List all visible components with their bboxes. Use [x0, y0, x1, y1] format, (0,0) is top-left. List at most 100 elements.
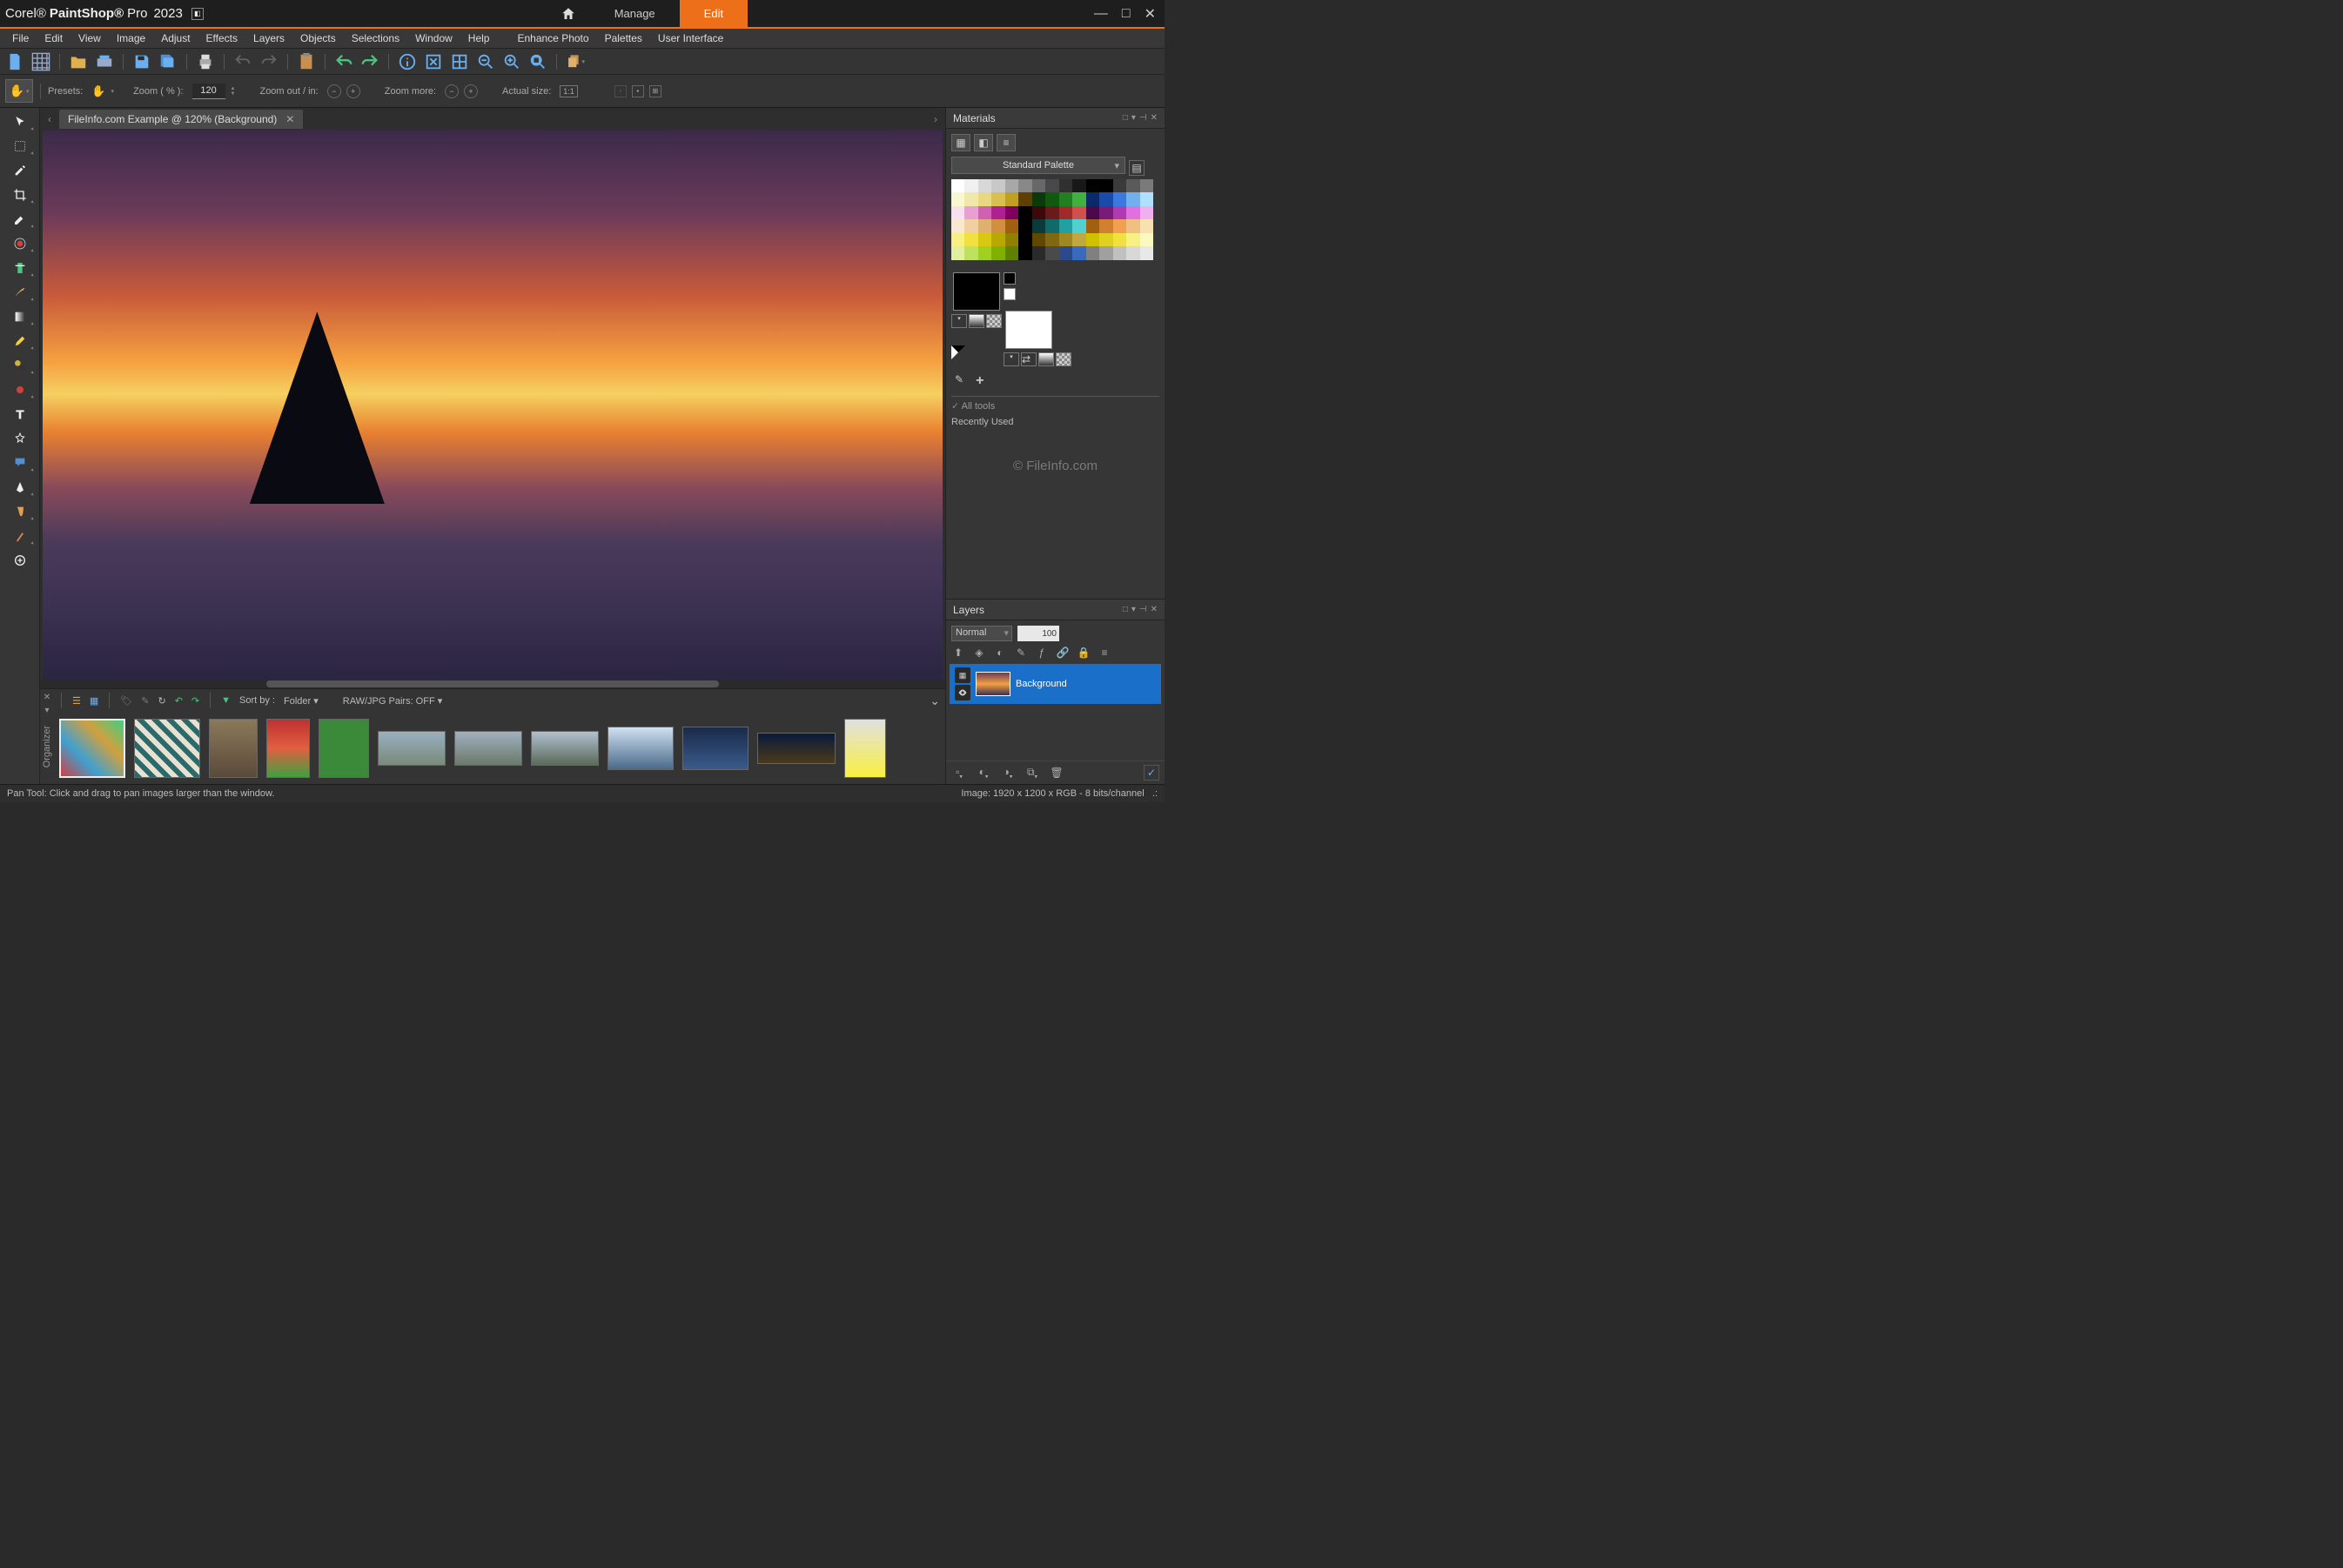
color-swatch[interactable]: [951, 206, 964, 219]
thumb-item[interactable]: [59, 719, 125, 778]
thumb-item[interactable]: [134, 719, 200, 778]
color-swatch[interactable]: [991, 206, 1004, 219]
tab-prev[interactable]: ‹: [44, 113, 56, 125]
menu-selections[interactable]: Selections: [345, 30, 406, 46]
style-dropdown[interactable]: ▾: [951, 314, 967, 328]
tab-edit[interactable]: Edit: [680, 0, 748, 27]
raw-jpg-toggle[interactable]: RAW/JPG Pairs: OFF ▾: [343, 695, 443, 707]
undo-arrow-icon[interactable]: [334, 52, 353, 71]
color-swatch[interactable]: [1140, 219, 1153, 232]
color-swatch[interactable]: [991, 246, 1004, 259]
lighten-tool[interactable]: [4, 378, 36, 401]
color-swatch[interactable]: [1018, 179, 1031, 192]
color-swatch[interactable]: [1113, 219, 1126, 232]
overview-icon[interactable]: ⊞: [649, 85, 661, 97]
color-swatch[interactable]: [1086, 179, 1099, 192]
maximize-button[interactable]: □: [1118, 4, 1134, 23]
makeover-tool[interactable]: [4, 256, 36, 279]
close-button[interactable]: ✕: [1141, 3, 1159, 24]
menu-file[interactable]: File: [5, 30, 36, 46]
color-swatch[interactable]: [1005, 219, 1018, 232]
color-swatch[interactable]: [1072, 179, 1085, 192]
thumb-item[interactable]: [682, 727, 749, 770]
thumb-item[interactable]: [531, 731, 599, 766]
new-template-icon[interactable]: [31, 52, 50, 71]
panel-menu-icon[interactable]: ▾: [1131, 113, 1136, 123]
color-swatch[interactable]: [1126, 206, 1139, 219]
layer-view-icon[interactable]: ≡: [1098, 647, 1111, 659]
color-swatch[interactable]: [951, 233, 964, 246]
color-swatch[interactable]: [1059, 192, 1072, 205]
bg-mini[interactable]: [1004, 288, 1016, 300]
selection-tool[interactable]: [4, 134, 36, 157]
menu-enhance-photo[interactable]: Enhance Photo: [510, 30, 595, 46]
palette-edit-icon[interactable]: ▤: [1129, 160, 1145, 176]
save-all-icon[interactable]: [158, 52, 178, 71]
layers-close-icon[interactable]: ✕: [1151, 605, 1158, 614]
add-swatch-icon[interactable]: +: [976, 373, 984, 389]
opacity-input[interactable]: 100: [1017, 626, 1059, 641]
color-swatch[interactable]: [1005, 179, 1018, 192]
org-tag-icon[interactable]: 🏷: [120, 695, 132, 707]
color-swatch[interactable]: [1059, 246, 1072, 259]
thumb-item[interactable]: [209, 719, 258, 778]
color-swatch[interactable]: [951, 179, 964, 192]
fg-mini[interactable]: [1004, 272, 1016, 285]
org-list-icon[interactable]: ☰: [72, 695, 81, 707]
organizer-collapse-icon[interactable]: ▾: [44, 706, 49, 715]
layer-new-icon[interactable]: ⬆: [951, 647, 965, 659]
color-swatch[interactable]: [1126, 179, 1139, 192]
menu-palettes[interactable]: Palettes: [598, 30, 649, 46]
color-swatch[interactable]: [1045, 192, 1058, 205]
tab-manage[interactable]: Manage: [590, 0, 680, 27]
color-swatch[interactable]: [1005, 206, 1018, 219]
clone-tool[interactable]: [4, 353, 36, 377]
color-swatch[interactable]: [1005, 233, 1018, 246]
layer-link-icon[interactable]: 🔗: [1056, 647, 1070, 659]
color-swatch[interactable]: [991, 192, 1004, 205]
thumb-item[interactable]: [844, 719, 886, 778]
color-swatch[interactable]: [1099, 219, 1112, 232]
fit-window-icon[interactable]: ▫: [614, 85, 627, 97]
canvas-size-icon[interactable]: [450, 52, 469, 71]
org-grid-icon[interactable]: ▦: [90, 695, 98, 707]
color-swatch[interactable]: [1059, 233, 1072, 246]
thumb-item[interactable]: [378, 731, 446, 766]
warp-tool[interactable]: [4, 499, 36, 523]
minimize-button[interactable]: —: [1091, 4, 1111, 23]
open-icon[interactable]: [69, 52, 88, 71]
zoom-out-icon[interactable]: [476, 52, 495, 71]
color-swatch[interactable]: [1086, 219, 1099, 232]
bg-style-dropdown[interactable]: ▾: [1004, 352, 1019, 366]
color-swatch[interactable]: [1032, 246, 1045, 259]
swap-icon[interactable]: ⇄: [1021, 352, 1037, 366]
style-texture[interactable]: [986, 314, 1002, 328]
color-swatch[interactable]: [1045, 246, 1058, 259]
redeye-tool[interactable]: [4, 231, 36, 255]
delete-layer-icon[interactable]: 🗑: [1049, 767, 1064, 779]
pencil-tool[interactable]: [4, 329, 36, 352]
color-swatch[interactable]: [1099, 206, 1112, 219]
organizer-close-icon[interactable]: ✕: [44, 693, 50, 702]
color-swatch[interactable]: [964, 192, 977, 205]
layers-settings-icon[interactable]: ✓: [1144, 765, 1159, 781]
color-swatch[interactable]: [1126, 246, 1139, 259]
menu-window[interactable]: Window: [408, 30, 460, 46]
panel-pin-icon[interactable]: ⊣: [1139, 113, 1147, 123]
duplicate-layer-icon[interactable]: ⧉▾: [1024, 766, 1040, 780]
color-swatch[interactable]: [1140, 233, 1153, 246]
zoom-in-btn[interactable]: +: [346, 84, 360, 98]
layer-type-icon[interactable]: ▦: [955, 667, 970, 683]
slider-tab[interactable]: ≡: [997, 134, 1016, 151]
color-swatch[interactable]: [964, 206, 977, 219]
bg-style-solid[interactable]: [1038, 352, 1054, 366]
color-swatch[interactable]: [1126, 233, 1139, 246]
color-swatch[interactable]: [1072, 192, 1085, 205]
color-swatch[interactable]: [1072, 206, 1085, 219]
layers-menu-icon[interactable]: ▾: [1131, 605, 1136, 614]
dropper-tool[interactable]: [4, 158, 36, 182]
color-swatch[interactable]: [1005, 192, 1018, 205]
tab-next[interactable]: ›: [930, 113, 942, 125]
color-swatch[interactable]: [1140, 192, 1153, 205]
canvas[interactable]: [40, 131, 945, 688]
